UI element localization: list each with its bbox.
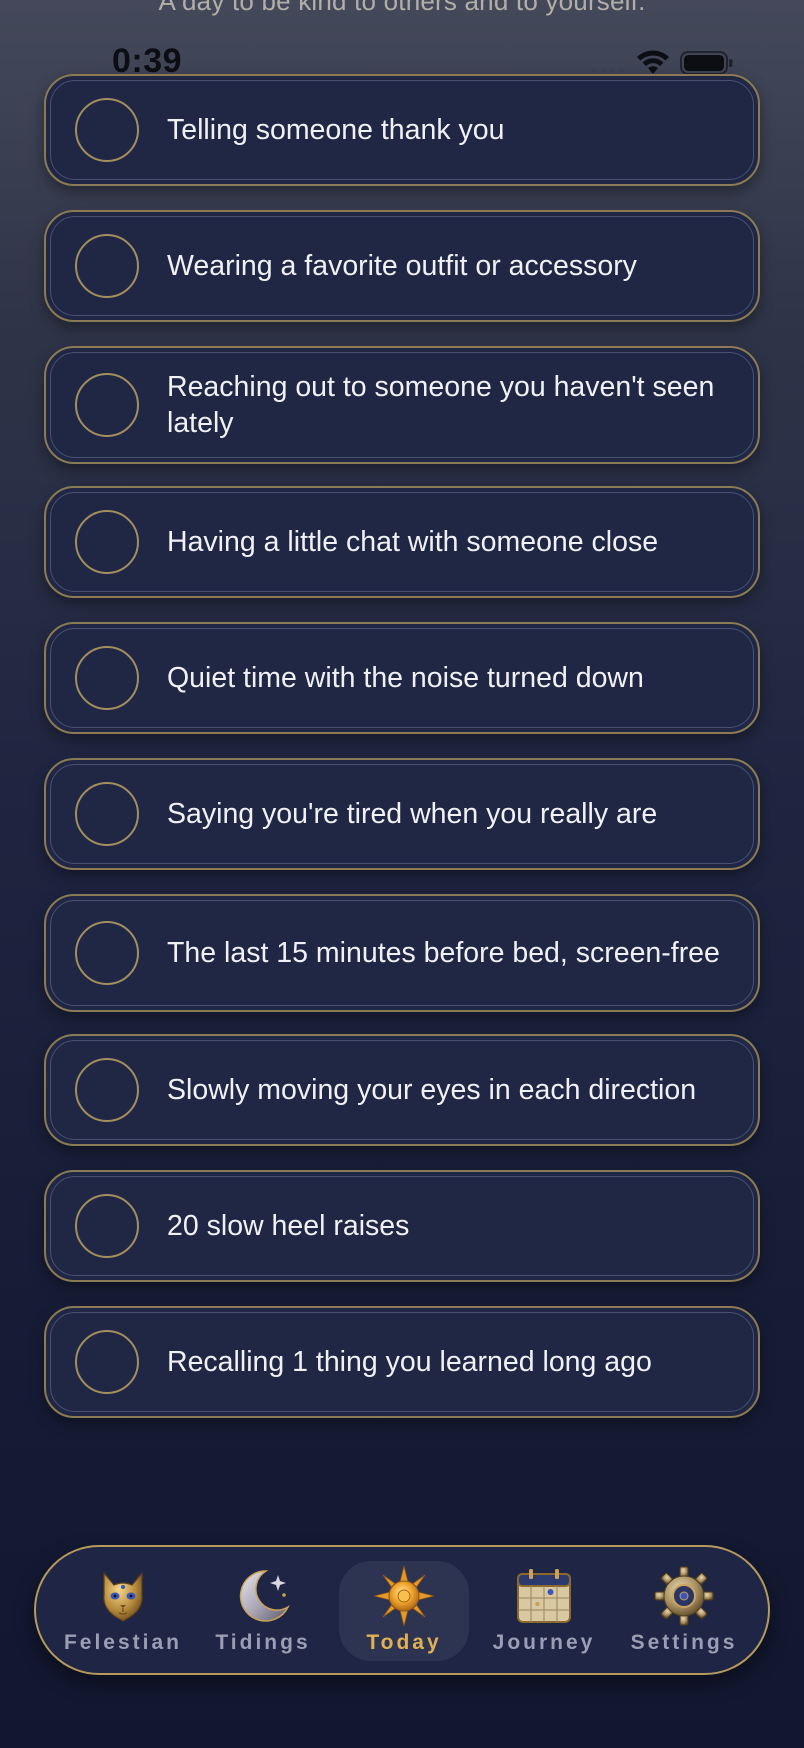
task-label: Recalling 1 thing you learned long ago [167, 1346, 652, 1378]
task-item[interactable]: Slowly moving your eyes in each directio… [44, 1034, 760, 1146]
calendar-icon [513, 1565, 575, 1627]
tab-tidings[interactable]: Tidings [198, 1561, 328, 1661]
task-label: The last 15 minutes before bed, screen-f… [167, 937, 720, 969]
tab-label: Settings [630, 1631, 738, 1654]
task-checkbox[interactable] [75, 921, 139, 985]
tab-journey[interactable]: Journey [479, 1561, 609, 1661]
task-checkbox[interactable] [75, 234, 139, 298]
task-item[interactable]: 20 slow heel raises [44, 1170, 760, 1282]
tab-bar: Felestian Tidings Today Journey Settings [34, 1545, 770, 1675]
moon-icon [232, 1565, 294, 1627]
task-checkbox[interactable] [75, 373, 139, 437]
task-checkbox[interactable] [75, 1058, 139, 1122]
task-item[interactable]: Having a little chat with someone close [44, 486, 760, 598]
task-label: 20 slow heel raises [167, 1210, 410, 1242]
task-label: Wearing a favorite outfit or accessory [167, 250, 637, 282]
task-checkbox[interactable] [75, 782, 139, 846]
cat-icon [92, 1565, 154, 1627]
task-item[interactable]: Reaching out to someone you haven't seen… [44, 346, 760, 464]
task-checkbox[interactable] [75, 1330, 139, 1394]
task-item[interactable]: Recalling 1 thing you learned long ago [44, 1306, 760, 1418]
tab-settings[interactable]: Settings [619, 1561, 749, 1661]
task-item[interactable]: Quiet time with the noise turned down [44, 622, 760, 734]
tab-felestian[interactable]: Felestian [58, 1561, 188, 1661]
task-label: Saying you're tired when you really are [167, 798, 658, 830]
task-item[interactable]: Saying you're tired when you really are [44, 758, 760, 870]
task-checkbox[interactable] [75, 98, 139, 162]
task-checkbox[interactable] [75, 510, 139, 574]
gear-icon [653, 1565, 715, 1627]
task-item[interactable]: Wearing a favorite outfit or accessory [44, 210, 760, 322]
task-label: Slowly moving your eyes in each directio… [167, 1074, 697, 1106]
task-item[interactable]: Telling someone thank you [44, 74, 760, 186]
task-item[interactable]: The last 15 minutes before bed, screen-f… [44, 894, 760, 1012]
task-checkbox[interactable] [75, 646, 139, 710]
task-label: Having a little chat with someone close [167, 526, 659, 558]
sun-icon [373, 1565, 435, 1627]
tab-today[interactable]: Today [339, 1561, 469, 1661]
task-label: Telling someone thank you [167, 114, 505, 146]
task-label: Reaching out to someone you haven't seen… [167, 371, 715, 439]
subtitle: A day to be kind to others and to yourse… [158, 0, 646, 16]
task-label: Quiet time with the noise turned down [167, 662, 644, 694]
task-checkbox[interactable] [75, 1194, 139, 1258]
